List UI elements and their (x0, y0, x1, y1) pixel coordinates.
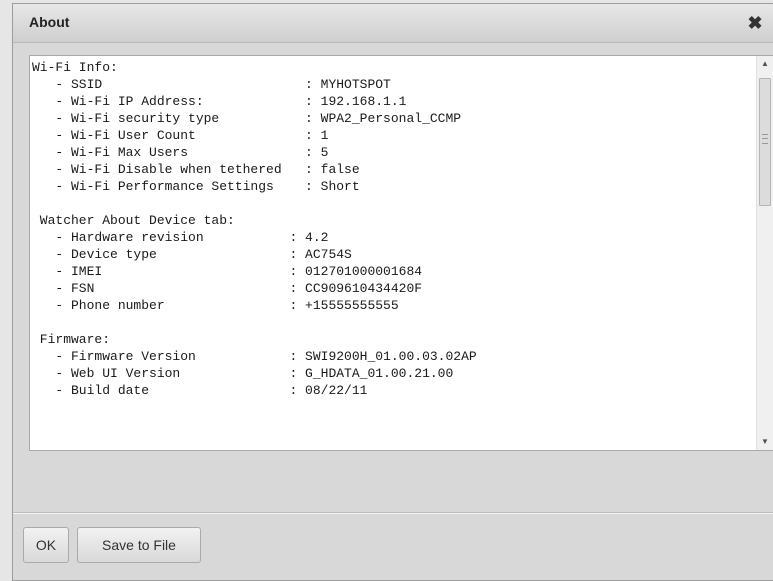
close-icon[interactable]: ✖ (745, 12, 765, 34)
save-to-file-button[interactable]: Save to File (77, 527, 201, 563)
scrollbar-thumb[interactable] (759, 78, 771, 206)
about-info-text: Wi-Fi Info: - SSID : MYHOTSPOT - Wi-Fi I… (32, 60, 477, 398)
vertical-scrollbar[interactable]: ▲ ▼ (756, 56, 773, 450)
about-info-textarea[interactable]: Wi-Fi Info: - SSID : MYHOTSPOT - Wi-Fi I… (29, 55, 773, 451)
dialog-title: About (29, 14, 70, 30)
footer-divider (13, 512, 773, 514)
dialog-titlebar[interactable]: About ✖ (13, 4, 773, 43)
scroll-down-arrow-icon[interactable]: ▼ (757, 434, 773, 450)
grip-icon (762, 134, 768, 144)
ok-button[interactable]: OK (23, 527, 69, 563)
scroll-up-arrow-icon[interactable]: ▲ (757, 56, 773, 72)
about-dialog: About ✖ Wi-Fi Info: - SSID : MYHOTSPOT -… (12, 3, 773, 581)
